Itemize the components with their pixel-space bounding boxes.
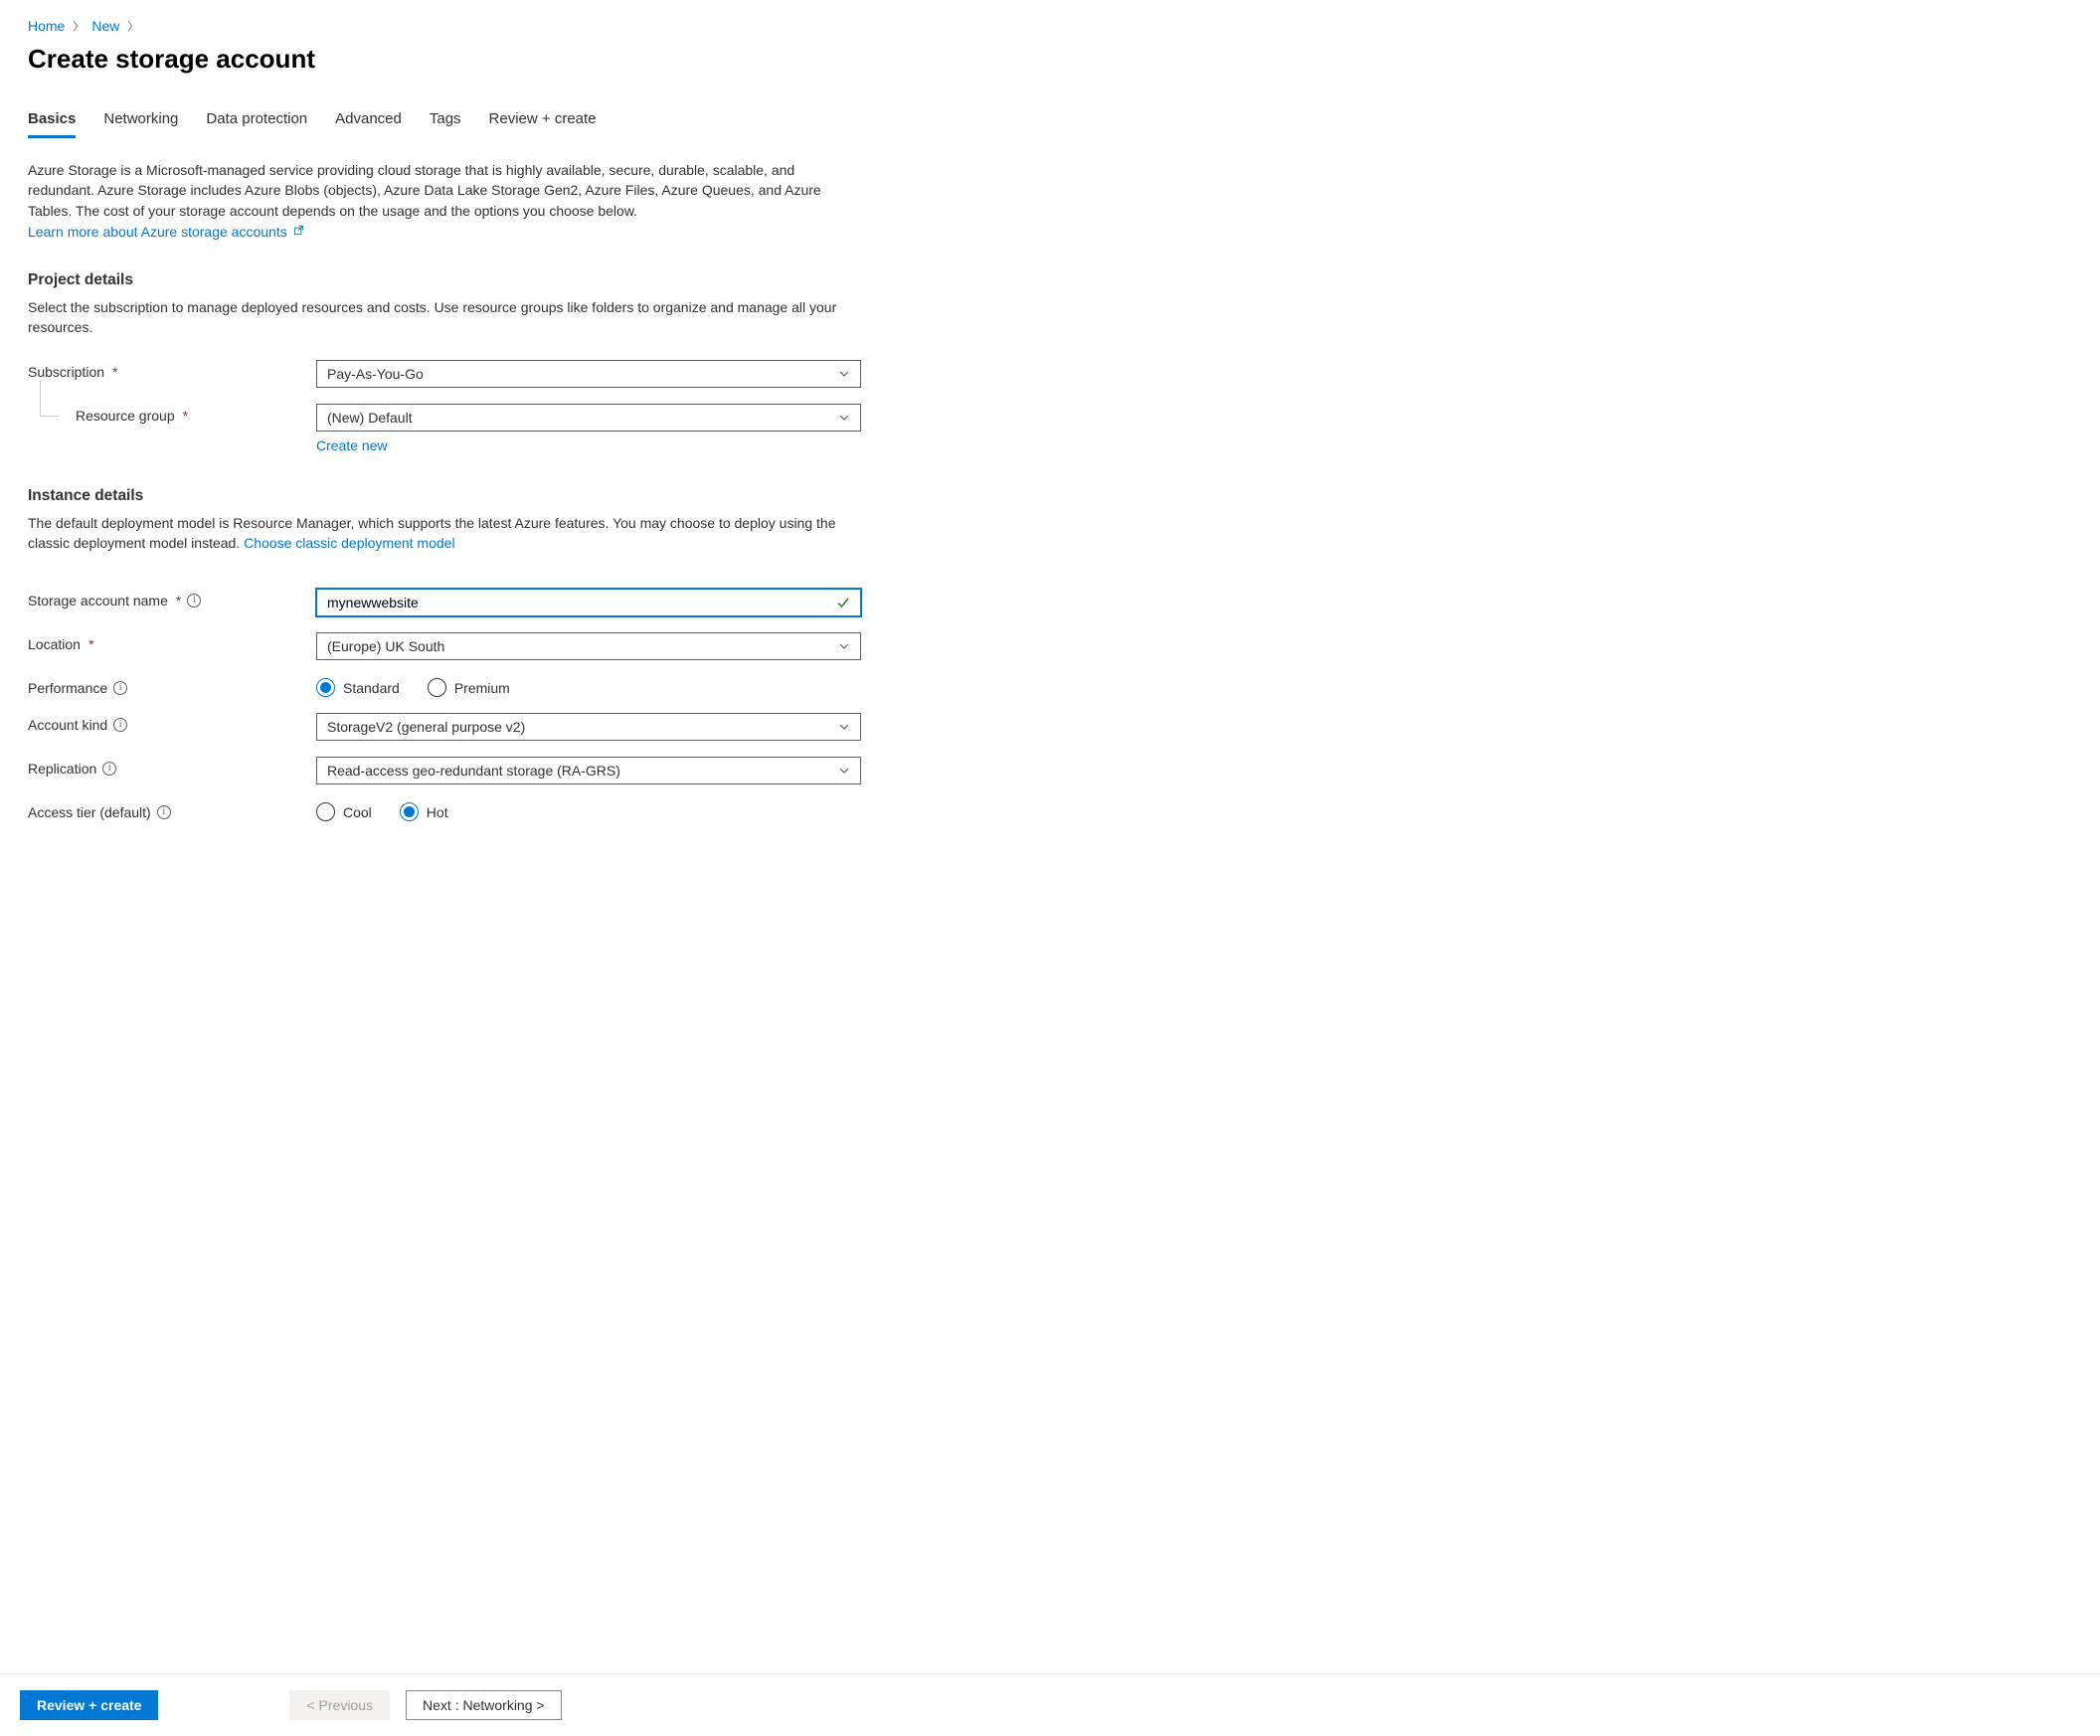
- account-kind-select[interactable]: StorageV2 (general purpose v2): [316, 713, 861, 741]
- breadcrumb-home[interactable]: Home: [28, 18, 65, 34]
- review-create-button[interactable]: Review + create: [20, 1690, 158, 1720]
- create-new-rg-link[interactable]: Create new: [316, 437, 861, 453]
- location-label: Location*: [28, 632, 316, 652]
- performance-standard-radio[interactable]: Standard: [316, 678, 400, 697]
- resource-group-select[interactable]: (New) Default: [316, 404, 861, 432]
- intro-text: Azure Storage is a Microsoft-managed ser…: [28, 160, 853, 242]
- chevron-down-icon: [838, 368, 850, 380]
- subscription-label: Subscription*: [28, 360, 316, 380]
- external-link-icon: [293, 221, 304, 232]
- replication-select[interactable]: Read-access geo-redundant storage (RA-GR…: [316, 757, 861, 784]
- chevron-right-icon: 〉: [127, 18, 138, 34]
- subscription-select[interactable]: Pay-As-You-Go: [316, 360, 861, 388]
- tabs: Basics Networking Data protection Advanc…: [28, 110, 2072, 138]
- access-tier-cool-radio[interactable]: Cool: [316, 802, 372, 821]
- project-details-help: Select the subscription to manage deploy…: [28, 297, 853, 338]
- chevron-down-icon: [838, 640, 850, 652]
- access-tier-label: Access tier (default) i: [28, 800, 316, 820]
- info-icon[interactable]: i: [113, 681, 127, 695]
- tab-networking[interactable]: Networking: [103, 110, 178, 138]
- tab-tags[interactable]: Tags: [430, 110, 461, 138]
- instance-details-help: The default deployment model is Resource…: [28, 513, 853, 554]
- access-tier-radio-group: Cool Hot: [316, 800, 861, 821]
- replication-label: Replication i: [28, 757, 316, 777]
- checkmark-icon: [836, 596, 850, 609]
- info-icon[interactable]: i: [102, 762, 116, 776]
- instance-details-heading: Instance details: [28, 487, 2072, 505]
- tab-advanced[interactable]: Advanced: [335, 110, 402, 138]
- project-details-heading: Project details: [28, 271, 2072, 289]
- chevron-down-icon: [838, 721, 850, 733]
- classic-deployment-link[interactable]: Choose classic deployment model: [244, 535, 454, 551]
- footer-bar: Review + create < Previous Next : Networ…: [0, 1673, 2100, 1736]
- tab-review-create[interactable]: Review + create: [489, 110, 597, 138]
- location-select[interactable]: (Europe) UK South: [316, 632, 861, 660]
- page-title: Create storage account: [28, 44, 2072, 75]
- breadcrumb-new[interactable]: New: [91, 18, 119, 34]
- info-icon[interactable]: i: [187, 594, 201, 608]
- tab-basics[interactable]: Basics: [28, 110, 76, 138]
- info-icon[interactable]: i: [113, 718, 127, 732]
- access-tier-hot-radio[interactable]: Hot: [400, 802, 448, 821]
- learn-more-link[interactable]: Learn more about Azure storage accounts: [28, 224, 304, 240]
- breadcrumb: Home 〉 New 〉: [28, 18, 2072, 34]
- next-button[interactable]: Next : Networking >: [406, 1690, 562, 1720]
- resource-group-label: Resource group*: [28, 404, 316, 424]
- chevron-down-icon: [838, 412, 850, 424]
- chevron-down-icon: [838, 765, 850, 777]
- performance-radio-group: Standard Premium: [316, 676, 861, 697]
- performance-label: Performance i: [28, 676, 316, 696]
- previous-button: < Previous: [289, 1690, 390, 1720]
- info-icon[interactable]: i: [157, 805, 171, 819]
- tab-data-protection[interactable]: Data protection: [206, 110, 307, 138]
- account-kind-label: Account kind i: [28, 713, 316, 733]
- storage-account-name-label: Storage account name* i: [28, 589, 316, 608]
- performance-premium-radio[interactable]: Premium: [428, 678, 510, 697]
- chevron-right-icon: 〉: [73, 18, 84, 34]
- storage-account-name-input[interactable]: [316, 589, 861, 616]
